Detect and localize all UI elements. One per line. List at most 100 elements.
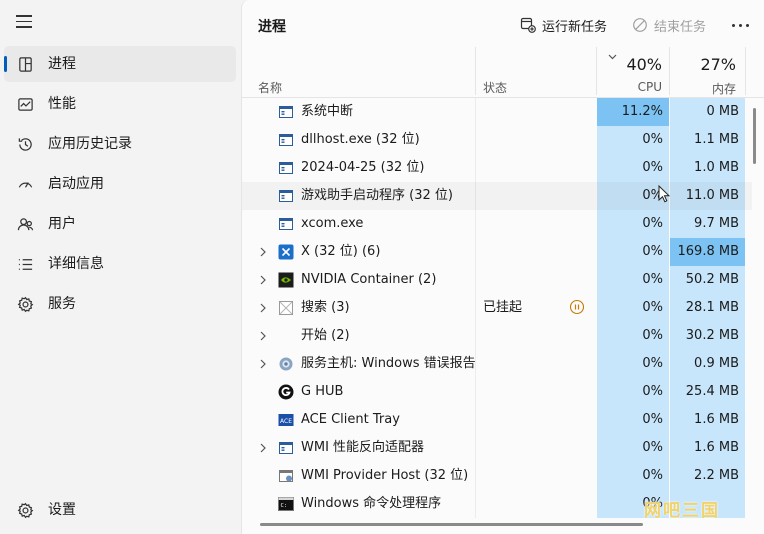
chevron-right-icon[interactable] <box>259 331 267 341</box>
sidebar-item-app-history[interactable]: 应用历史记录 <box>4 126 236 162</box>
cmd-icon: C: <box>278 496 294 512</box>
memory-cell: 50.2 MB <box>670 266 745 294</box>
window-icon <box>278 440 294 456</box>
window-icon <box>278 104 294 120</box>
processes-icon <box>16 55 34 73</box>
process-row[interactable]: 0% 0.9 MB 服务主机: Windows 错误报告 <box>242 350 752 378</box>
process-row[interactable]: 0% 9.7 MB xcom.exe <box>242 210 752 238</box>
sidebar-item-label: 服务 <box>48 296 76 312</box>
cpu-cell: 0% <box>597 322 669 350</box>
end-task-button[interactable]: 结束任务 <box>632 14 706 36</box>
process-row[interactable]: 0% 1.1 MB dllhost.exe (32 位) <box>242 126 752 154</box>
process-row[interactable]: 0% 50.2 MB NVIDIA Container (2) <box>242 266 752 294</box>
cpu-cell: 0% <box>597 350 669 378</box>
process-name: Windows 命令处理程序 <box>301 496 442 511</box>
window-icon <box>278 132 294 148</box>
horizontal-scrollbar[interactable] <box>260 523 643 526</box>
memory-value: 1.6 MB <box>694 440 739 455</box>
memory-cell: 1.0 MB <box>670 154 745 182</box>
cpu-column-label: CPU <box>637 80 662 94</box>
process-row[interactable]: 0% 1.6 MB WMI 性能反向适配器 <box>242 434 752 462</box>
memory-value: 25.4 MB <box>685 384 739 399</box>
memory-value: 0.9 MB <box>694 356 739 371</box>
sidebar-item-label: 详细信息 <box>48 256 104 272</box>
memory-value: 1.0 MB <box>694 160 739 175</box>
chevron-right-icon[interactable] <box>259 303 267 313</box>
cpu-cell: 11.2% <box>597 98 669 126</box>
sidebar-item-settings[interactable]: 设置 <box>4 492 236 528</box>
memory-value: 1.6 MB <box>694 412 739 427</box>
process-row[interactable]: 0% 1.6 MB ACE ACE Client Tray <box>242 406 752 434</box>
hamburger-menu-icon[interactable] <box>16 15 32 29</box>
sidebar-item-services[interactable]: 服务 <box>4 286 236 322</box>
sidebar-item-processes[interactable]: 进程 <box>4 46 236 82</box>
cpu-value: 0% <box>642 412 663 427</box>
sidebar-item-startup[interactable]: 启动应用 <box>4 166 236 202</box>
run-task-label: 运行新任务 <box>542 19 608 35</box>
process-name: 服务主机: Windows 错误报告 <box>301 356 476 371</box>
more-options-button[interactable] <box>730 14 752 36</box>
run-new-task-button[interactable]: 运行新任务 <box>520 14 607 36</box>
process-row[interactable]: 0% 169.8 MB X (32 位) (6) <box>242 238 752 266</box>
cpu-value: 0% <box>642 244 663 259</box>
process-name: X (32 位) (6) <box>301 244 381 259</box>
process-name: xcom.exe <box>301 216 364 231</box>
window-icon <box>278 160 294 176</box>
window-icon <box>278 188 294 204</box>
cpu-value: 0% <box>642 356 663 371</box>
cpu-cell: 0% <box>597 406 669 434</box>
svg-text:C:: C: <box>281 503 288 509</box>
name-column-header[interactable]: 名称 <box>258 79 282 96</box>
cpu-cell: 0% <box>597 434 669 462</box>
chevron-right-icon[interactable] <box>259 247 267 257</box>
startup-icon <box>16 175 34 193</box>
sidebar-item-performance[interactable]: 性能 <box>4 86 236 122</box>
process-name: G HUB <box>301 384 344 399</box>
performance-icon <box>16 95 34 113</box>
memory-value: 28.1 MB <box>685 300 739 315</box>
process-row[interactable]: 0% 25.4 MB G HUB <box>242 378 752 406</box>
cpu-cell: 0% <box>597 238 669 266</box>
process-name: dllhost.exe (32 位) <box>301 132 420 147</box>
details-icon <box>16 255 34 273</box>
process-name: 开始 (2) <box>301 328 350 343</box>
memory-cell: 9.7 MB <box>670 210 745 238</box>
cpu-cell: 0% <box>597 210 669 238</box>
process-row[interactable]: 0% 30.2 MB 开始 (2) <box>242 322 752 350</box>
sidebar-item-label: 进程 <box>48 56 76 72</box>
process-row[interactable]: 0% 11.0 MB 游戏助手启动程序 (32 位) <box>242 182 752 210</box>
process-name: WMI Provider Host (32 位) <box>301 468 469 483</box>
cpu-cell: 0% <box>597 154 669 182</box>
status-column-header[interactable]: 状态 <box>483 79 507 96</box>
watermark-logo: 网吧三国 <box>644 501 720 521</box>
cpu-value: 0% <box>642 216 663 231</box>
active-indicator <box>4 56 7 72</box>
process-name: ACE Client Tray <box>301 412 400 427</box>
chevron-right-icon[interactable] <box>259 275 267 285</box>
wmi-icon <box>278 468 294 484</box>
chevron-right-icon[interactable] <box>259 359 267 369</box>
nvidia-icon <box>278 272 294 288</box>
gear-icon <box>278 356 294 372</box>
cpu-value: 0% <box>642 300 663 315</box>
page-title: 进程 <box>258 19 286 35</box>
cpu-cell: 0% <box>597 126 669 154</box>
sidebar-item-details[interactable]: 详细信息 <box>4 246 236 282</box>
process-name: WMI 性能反向适配器 <box>301 440 425 455</box>
chevron-right-icon[interactable] <box>259 443 267 453</box>
vertical-scrollbar[interactable] <box>753 108 756 164</box>
process-row[interactable]: 0% 2.2 MB WMI Provider Host (32 位) <box>242 462 752 490</box>
process-name: 搜索 (3) <box>301 300 350 315</box>
sidebar-item-users[interactable]: 用户 <box>4 206 236 242</box>
process-row[interactable]: 0% 1.0 MB 2024-04-25 (32 位) <box>242 154 752 182</box>
process-row[interactable]: 11.2% 0 MB 系统中断 <box>242 98 752 126</box>
process-row[interactable]: 0% 28.1 MB 搜索 (3) 已挂起 <box>242 294 752 322</box>
processes-panel: 进程 运行新任务 结束任务 名称 状态 40% CPU 27% 内存 11.2%… <box>241 0 764 534</box>
memory-value: 2.2 MB <box>694 468 739 483</box>
memory-cell: 28.1 MB <box>670 294 745 322</box>
memory-cell: 1.6 MB <box>670 406 745 434</box>
paused-icon <box>569 299 585 315</box>
app-history-icon <box>16 135 34 153</box>
memory-cell: 30.2 MB <box>670 322 745 350</box>
memory-value: 9.7 MB <box>694 216 739 231</box>
